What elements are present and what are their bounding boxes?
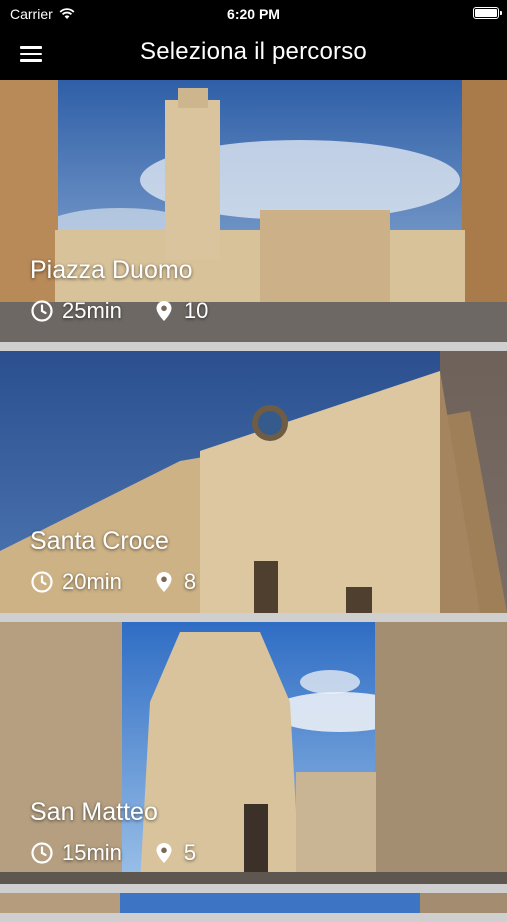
route-card-piazza-duomo[interactable]: Piazza Duomo 25min 10	[0, 80, 507, 342]
status-time: 6:20 PM	[227, 6, 280, 22]
location-pin-icon	[156, 572, 172, 592]
battery-icon	[473, 7, 502, 19]
route-stops: 8	[183, 569, 197, 594]
route-info: 25min 10	[30, 298, 208, 324]
route-card-santa-croce[interactable]: Santa Croce 20min 8	[0, 351, 507, 613]
route-image-next	[0, 893, 507, 913]
page-title: Seleziona il percorso	[140, 38, 367, 65]
route-duration: 15min	[62, 840, 122, 865]
route-duration: 25min	[62, 298, 122, 323]
route-name: San Matteo	[30, 798, 158, 826]
route-card-san-matteo[interactable]: San Matteo 15min 5	[0, 622, 507, 884]
clock-icon	[31, 571, 53, 593]
route-info: 15min 5	[30, 840, 196, 866]
route-stops: 10	[183, 298, 209, 323]
navigation-bar: Seleziona il percorso	[0, 28, 507, 80]
route-card-next[interactable]	[0, 893, 507, 913]
location-pin-icon	[156, 843, 172, 863]
route-info: 20min 8	[30, 569, 196, 595]
route-list: Piazza Duomo 25min 10 Santa Croce 20min …	[0, 80, 507, 922]
clock-icon	[31, 842, 53, 864]
route-name: Santa Croce	[30, 527, 169, 555]
route-stops: 5	[183, 840, 197, 865]
clock-icon	[31, 300, 53, 322]
route-duration: 20min	[62, 569, 122, 594]
location-pin-icon	[156, 301, 172, 321]
route-name: Piazza Duomo	[30, 256, 193, 284]
status-bar: Carrier 6:20 PM	[0, 0, 507, 28]
